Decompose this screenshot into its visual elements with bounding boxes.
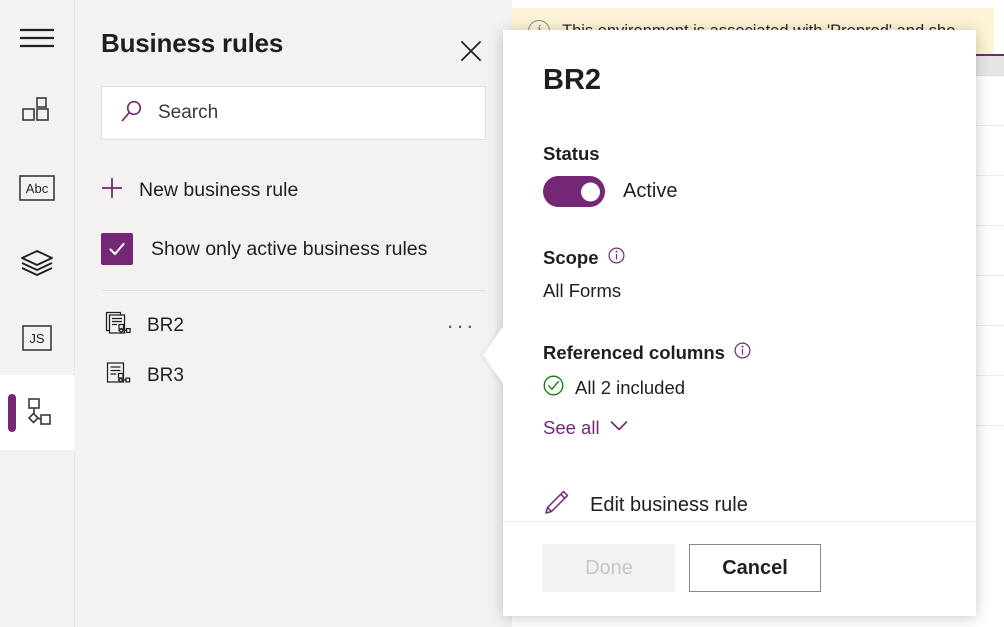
grid-apps-icon <box>21 97 53 129</box>
referenced-columns-status-row: All 2 included <box>543 375 936 401</box>
status-toggle[interactable] <box>543 176 605 207</box>
left-icon-rail: Abc JS <box>0 0 75 627</box>
referenced-columns-status-text: All 2 included <box>575 377 685 399</box>
new-business-rule-button[interactable]: New business rule <box>101 174 486 206</box>
search-wrapper <box>101 86 486 140</box>
show-only-active-checkbox[interactable] <box>101 233 133 265</box>
list-item-label: BR3 <box>147 365 184 387</box>
scope-label-text: Scope <box>543 247 599 269</box>
list-item-label: BR2 <box>147 315 184 337</box>
business-rules-panel: Business rules <box>75 0 512 627</box>
business-rule-icon <box>105 311 131 342</box>
hamburger-icon <box>20 27 54 49</box>
search-input[interactable] <box>158 102 467 124</box>
sidebar-item-hamburger-menu[interactable] <box>0 0 75 75</box>
plus-icon <box>101 177 123 204</box>
status-toggle-row: Active <box>543 176 936 207</box>
business-rule-details-flyout: BR2 Status Active Scope <box>503 30 976 616</box>
status-label: Status <box>543 143 936 165</box>
referenced-columns-label: Referenced columns <box>543 342 936 364</box>
toggle-knob <box>581 182 600 201</box>
cancel-button[interactable]: Cancel <box>689 544 821 592</box>
sidebar-item-components[interactable] <box>0 75 75 150</box>
svg-text:JS: JS <box>29 331 45 346</box>
more-options-icon[interactable]: ··· <box>447 315 476 337</box>
search-icon <box>120 99 144 128</box>
business-rule-icon <box>105 361 131 392</box>
scope-value: All Forms <box>543 280 936 302</box>
app-root: i This environment is associated with 'P… <box>0 0 1004 627</box>
page-title: Business rules <box>101 28 283 59</box>
see-all-link[interactable]: See all <box>543 417 628 439</box>
svg-text:Abc: Abc <box>26 181 49 196</box>
new-business-rule-label: New business rule <box>139 179 298 202</box>
search-box[interactable] <box>101 86 486 140</box>
checkmark-icon <box>107 239 127 259</box>
sidebar-item-data-layers[interactable] <box>0 225 75 300</box>
flyout-title: BR2 <box>543 64 936 97</box>
sidebar-item-javascript[interactable]: JS <box>0 300 75 375</box>
show-only-active-checkbox-row[interactable]: Show only active business rules <box>101 232 486 266</box>
js-icon: JS <box>22 325 52 351</box>
referenced-columns-label-text: Referenced columns <box>543 342 725 364</box>
status-label-text: Status <box>543 143 600 165</box>
callout-beak <box>483 325 504 385</box>
flyout-body: BR2 Status Active Scope <box>503 30 976 521</box>
business-rules-list: BR2 ··· <box>75 301 512 401</box>
sidebar-item-business-rules[interactable] <box>0 375 75 450</box>
see-all-label: See all <box>543 417 600 439</box>
check-circle-icon <box>543 375 564 401</box>
edit-business-rule-button[interactable]: Edit business rule <box>543 489 936 521</box>
edit-business-rule-label: Edit business rule <box>590 494 748 517</box>
done-button[interactable]: Done <box>543 544 675 592</box>
status-value: Active <box>623 180 677 203</box>
info-icon[interactable] <box>608 247 625 269</box>
abc-text-icon: Abc <box>19 175 55 201</box>
show-only-active-label: Show only active business rules <box>151 238 427 261</box>
info-icon[interactable] <box>734 342 751 364</box>
close-icon[interactable] <box>454 34 488 68</box>
flyout-footer: Done Cancel <box>503 521 976 618</box>
panel-divider <box>101 290 486 291</box>
list-item-br3[interactable]: BR3 <box>75 351 512 401</box>
scope-label: Scope <box>543 247 936 269</box>
list-item-br2[interactable]: BR2 ··· <box>75 301 512 351</box>
business-rule-icon <box>20 397 54 429</box>
chevron-down-icon <box>610 419 628 437</box>
layers-icon <box>20 249 54 277</box>
panel-header: Business rules <box>75 0 512 86</box>
sidebar-item-choices[interactable]: Abc <box>0 150 75 225</box>
pencil-icon <box>543 489 570 521</box>
